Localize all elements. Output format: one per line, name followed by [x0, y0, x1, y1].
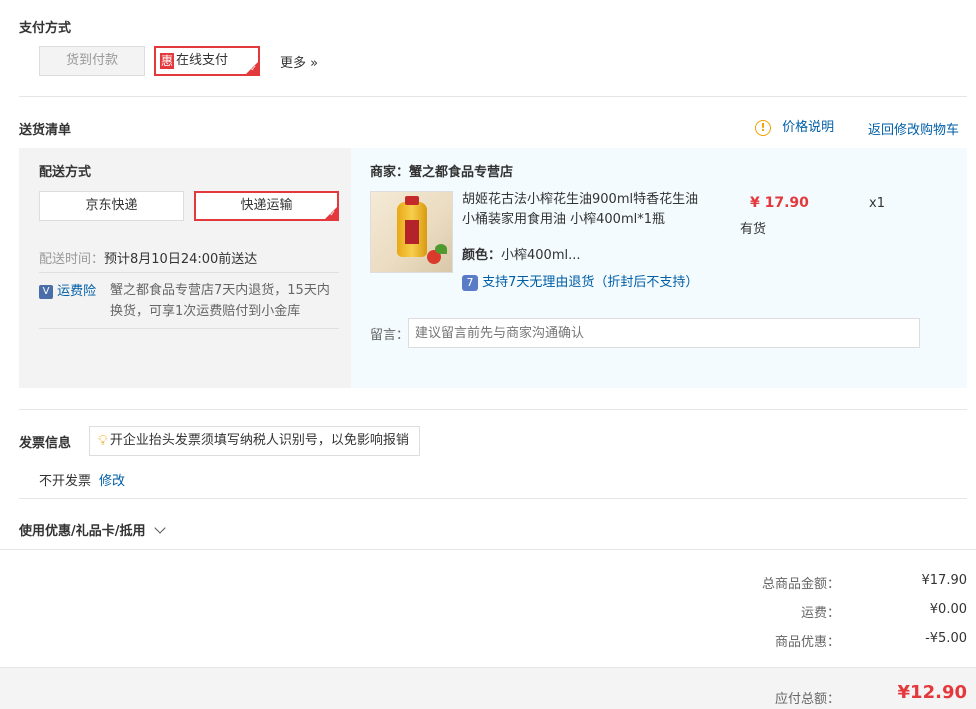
- payable-value: ¥12.90: [897, 682, 967, 703]
- lightbulb-icon: 💡︎: [98, 433, 108, 449]
- payable-label: 应付总额：: [774, 692, 840, 707]
- coupon-title: 使用优惠/礼品卡/抵用: [19, 524, 146, 539]
- divider: [19, 498, 967, 499]
- product-price: ¥ 17.90: [750, 195, 809, 211]
- insurance-description: 蟹之都食品专营店7天内退货，15天内换货，可享1次运费赔付到小金库: [110, 283, 330, 319]
- invoice-status: 不开发票: [39, 474, 92, 489]
- shipping-insurance[interactable]: V 运费险: [39, 283, 96, 301]
- return-policy-label: 支持7天无理由退货（折封后不支持）: [482, 275, 699, 290]
- divider: [19, 409, 967, 410]
- invoice-section-title: 发票信息: [19, 436, 72, 451]
- invoice-tip-text: 开企业抬头发票须填写纳税人识别号，以免影响报销: [109, 433, 409, 448]
- return-policy-icon: 7: [462, 275, 478, 291]
- express-shipping-button[interactable]: 快递运输 ✓: [194, 191, 339, 221]
- express-shipping-label: 快递运输: [240, 198, 293, 213]
- discount-badge: 惠: [160, 53, 175, 69]
- divider: [0, 549, 976, 550]
- invoice-edit-link[interactable]: 修改: [99, 470, 125, 489]
- payable-bar: 应付总额： ¥12.90: [0, 667, 976, 709]
- shipping-fee-label: 运费：: [800, 606, 840, 621]
- color-value: 小榨400ml...: [501, 248, 581, 263]
- product-image[interactable]: [370, 191, 453, 273]
- insurance-label: 运费险: [57, 284, 97, 299]
- divider: [39, 328, 339, 329]
- cod-button-label: 货到付款: [65, 53, 118, 68]
- message-input[interactable]: [408, 318, 920, 348]
- return-policy[interactable]: 7 支持7天无理由退货（折封后不支持）: [462, 274, 698, 292]
- cod-button[interactable]: 货到付款: [39, 46, 145, 76]
- discount-label: 商品优惠：: [774, 635, 840, 650]
- delivery-time: 配送时间：预计8月10日24:00前送达: [39, 248, 257, 267]
- online-pay-label: 在线支付: [176, 53, 229, 68]
- coupon-toggle[interactable]: 使用优惠/礼品卡/抵用: [19, 520, 166, 539]
- info-icon: !: [755, 120, 771, 136]
- color-label: 颜色：: [462, 248, 502, 263]
- divider: [39, 272, 339, 273]
- goods-total-label: 总商品金额：: [761, 577, 840, 592]
- jd-express-button[interactable]: 京东快递: [39, 191, 184, 221]
- product-color: 颜色：小榨400ml...: [462, 244, 581, 263]
- merchant-name: 商家：蟹之都食品专营店: [370, 165, 514, 180]
- discount-value: -¥5.00: [925, 631, 967, 646]
- merchant-panel: 商家：蟹之都食品专营店 胡姬花古法小榨花生油900ml特香花生油小桶装家用食用油…: [351, 148, 967, 388]
- stock-status: 有货: [740, 222, 767, 237]
- price-note-link[interactable]: ! 价格说明: [755, 118, 834, 138]
- delivery-time-value: 预计8月10日24:00前送达: [104, 252, 258, 267]
- chevron-down-icon: [153, 522, 166, 534]
- delivery-method-panel: 配送方式 京东快递 快递运输 ✓ 配送时间：预计8月10日24:00前送达 V …: [19, 148, 351, 388]
- goods-total-value: ¥17.90: [921, 573, 968, 588]
- check-icon: ✓: [250, 64, 257, 73]
- product-name-link[interactable]: 胡姬花古法小榨花生油900ml特香花生油小桶装家用食用油 小榨400ml*1瓶: [462, 190, 702, 230]
- insurance-shield-icon: V: [39, 285, 53, 299]
- price-note-label: 价格说明: [782, 120, 835, 135]
- delivery-section-title: 送货清单: [19, 123, 72, 138]
- product-quantity: x1: [869, 196, 885, 211]
- check-icon: ✓: [329, 209, 336, 218]
- online-pay-button[interactable]: 惠在线支付 ✓: [154, 46, 260, 76]
- delivery-method-title: 配送方式: [39, 165, 92, 180]
- more-payment-link[interactable]: 更多 »: [280, 52, 318, 71]
- delivery-time-label: 配送时间：: [39, 252, 105, 267]
- back-to-cart-link[interactable]: 返回修改购物车: [868, 119, 959, 138]
- shipping-fee-value: ¥0.00: [929, 602, 967, 617]
- payment-section-title: 支付方式: [19, 21, 72, 36]
- invoice-tip: 💡︎ 开企业抬头发票须填写纳税人识别号，以免影响报销: [89, 426, 420, 456]
- divider: [19, 96, 967, 97]
- message-label: 留言：: [370, 328, 410, 343]
- jd-express-label: 京东快递: [85, 198, 138, 213]
